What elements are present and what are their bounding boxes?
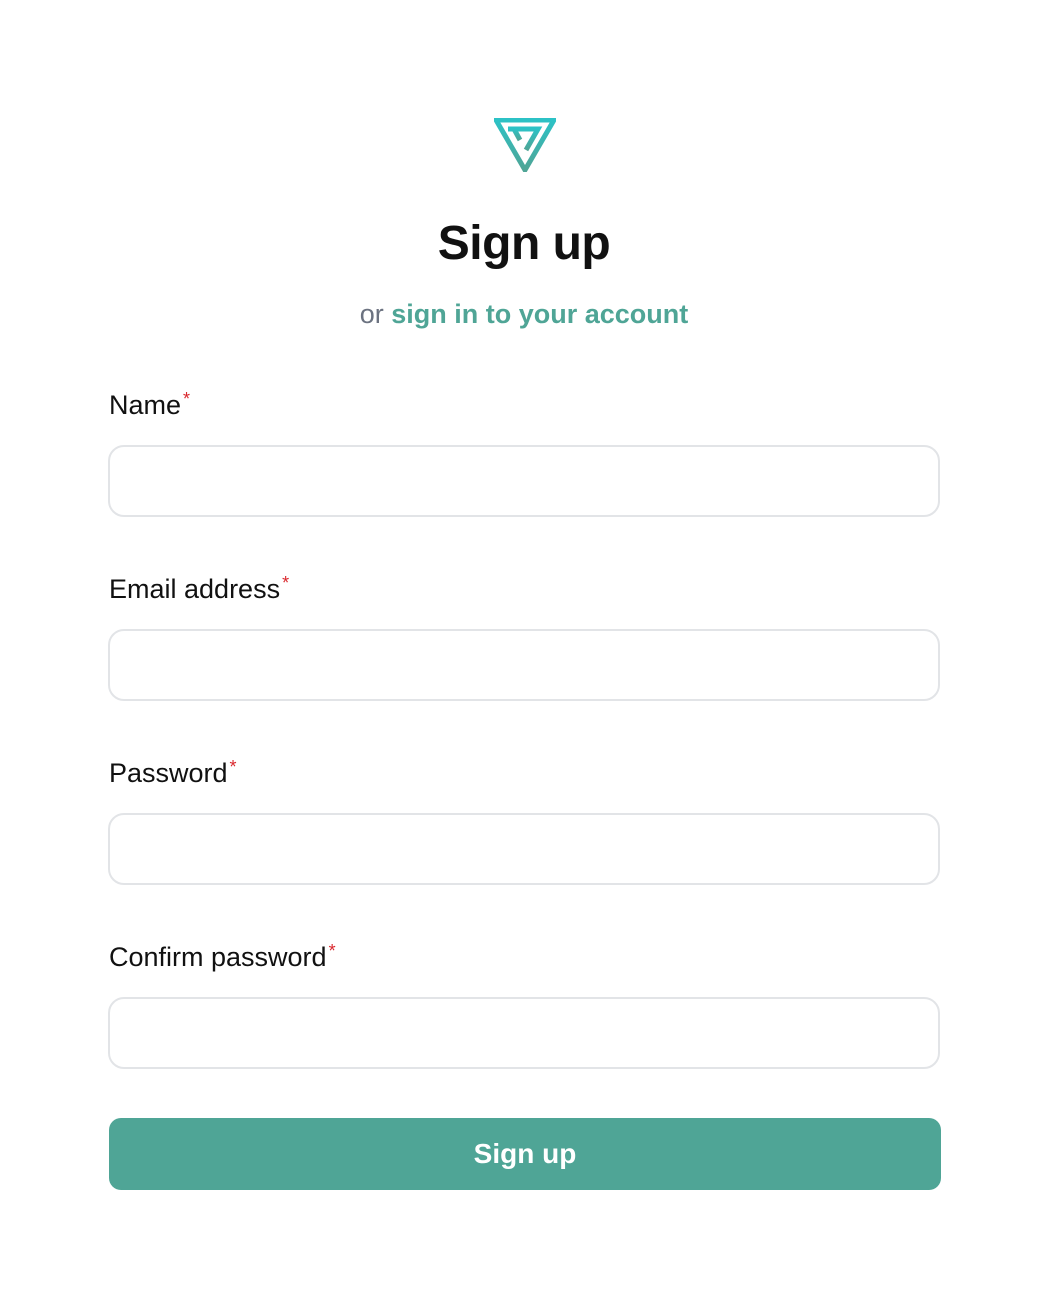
name-input[interactable] [108, 445, 940, 517]
required-marker: * [229, 757, 237, 777]
signup-button[interactable]: Sign up [109, 1118, 941, 1190]
email-input[interactable] [108, 629, 940, 701]
confirm-password-label-text: Confirm password [109, 942, 327, 972]
signup-page: Sign up or sign in to your account Name *… [0, 0, 1048, 1300]
confirm-password-label: Confirm password * [109, 940, 336, 974]
signin-link[interactable]: sign in to your account [391, 299, 688, 329]
required-marker: * [328, 941, 336, 961]
triangle-logo-icon [494, 118, 556, 172]
page-title: Sign up [437, 217, 611, 270]
email-label: Email address * [109, 572, 289, 606]
password-input[interactable] [108, 813, 940, 885]
required-marker: * [183, 389, 191, 409]
password-label: Password * [109, 756, 237, 790]
email-label-text: Email address [109, 574, 281, 604]
password-label-text: Password [109, 758, 228, 788]
required-marker: * [282, 573, 290, 593]
signin-prompt: or sign in to your account [0, 296, 1048, 332]
name-label-text: Name [109, 390, 182, 420]
subtitle-prefix: or [359, 299, 384, 329]
confirm-password-input[interactable] [108, 997, 940, 1069]
name-label: Name * [109, 388, 190, 422]
